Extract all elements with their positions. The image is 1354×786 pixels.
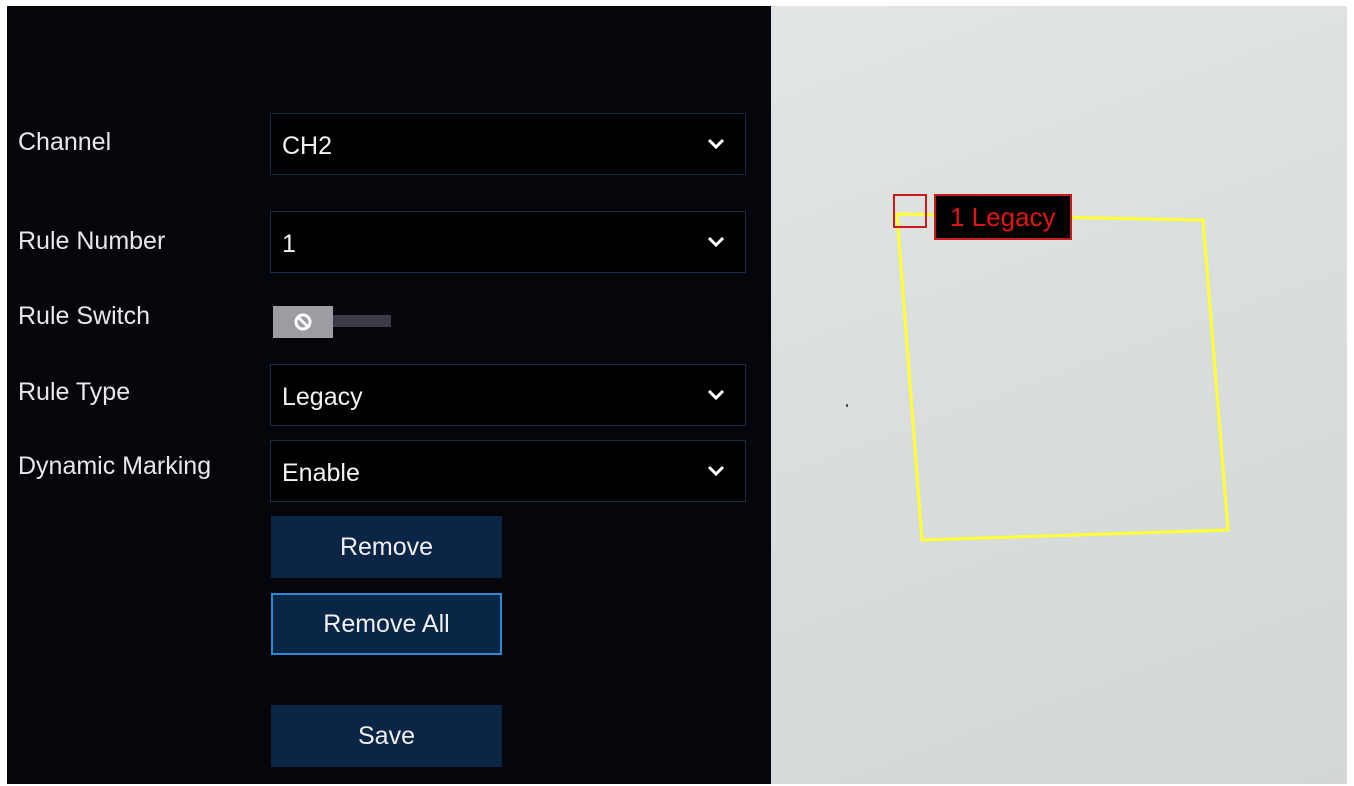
rule-number-value: 1 [282, 229, 296, 258]
zone-corner-handle[interactable] [893, 194, 927, 228]
chevron-down-icon [707, 138, 725, 150]
chevron-down-icon [707, 465, 725, 477]
rule-type-value: Legacy [282, 382, 363, 411]
remove-all-button[interactable]: Remove All [271, 593, 502, 655]
rule-number-label: Rule Number [18, 227, 166, 255]
toggle-track [331, 315, 391, 327]
rule-switch-label: Rule Switch [18, 302, 150, 330]
disabled-icon [294, 313, 312, 331]
channel-value: CH2 [282, 131, 333, 160]
rule-number-select[interactable]: 1 [270, 211, 746, 273]
rule-type-select[interactable]: Legacy [270, 364, 746, 426]
rule-switch-toggle[interactable] [273, 306, 395, 338]
settings-panel: Channel CH2 Rule Number 1 Rule Switch Ru… [7, 6, 771, 784]
dynamic-marking-label: Dynamic Marking [18, 452, 212, 480]
rule-type-label: Rule Type [18, 378, 131, 406]
dynamic-marking-value: Enable [282, 458, 360, 487]
camera-preview[interactable]: 1 Legacy [771, 6, 1347, 784]
detection-zone[interactable] [771, 6, 1347, 784]
chevron-down-icon [707, 236, 725, 248]
channel-select[interactable]: CH2 [270, 113, 746, 175]
zone-label: 1 Legacy [934, 194, 1072, 240]
dynamic-marking-select[interactable]: Enable [270, 440, 746, 502]
chevron-down-icon [707, 389, 725, 401]
save-button[interactable]: Save [271, 705, 502, 767]
zone-polygon[interactable] [895, 212, 1230, 542]
channel-label: Channel [18, 128, 112, 156]
remove-button[interactable]: Remove [271, 516, 502, 578]
toggle-knob [273, 306, 333, 338]
